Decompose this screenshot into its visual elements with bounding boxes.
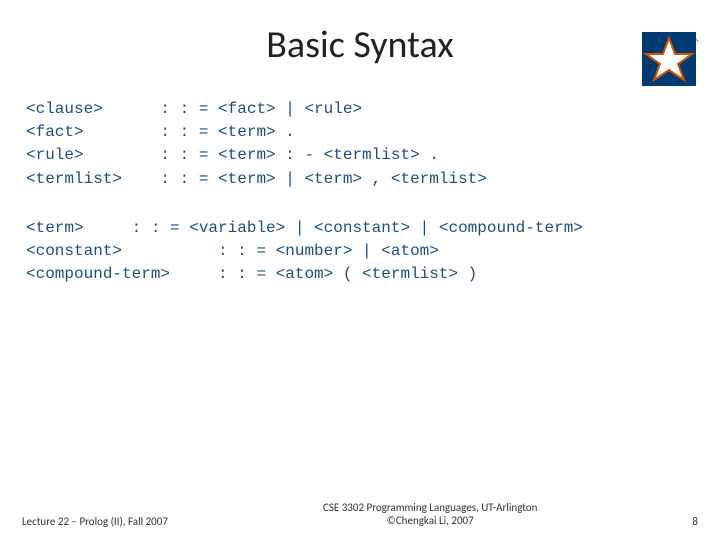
- slide-footer: Lecture 22 – Prolog (II), Fall 2007 CSE …: [0, 501, 720, 529]
- slide-title: Basic Syntax: [0, 0, 720, 68]
- footer-copyright: ©Chengkai Li, 2007: [168, 514, 693, 528]
- footer-center: CSE 3302 Programming Languages, UT-Arlin…: [168, 501, 693, 529]
- grammar-block-1: <clause> : : = <fact> | <rule> <fact> : …: [0, 68, 720, 191]
- page-number: 8: [692, 515, 698, 528]
- footer-left: Lecture 22 – Prolog (II), Fall 2007: [22, 515, 168, 528]
- grammar-block-2: <term> : : = <variable> | <constant> | <…: [0, 191, 720, 287]
- footer-course: CSE 3302 Programming Languages, UT-Arlin…: [168, 501, 693, 515]
- uta-star-logo: TM: [640, 30, 698, 88]
- svg-text:TM: TM: [692, 36, 698, 44]
